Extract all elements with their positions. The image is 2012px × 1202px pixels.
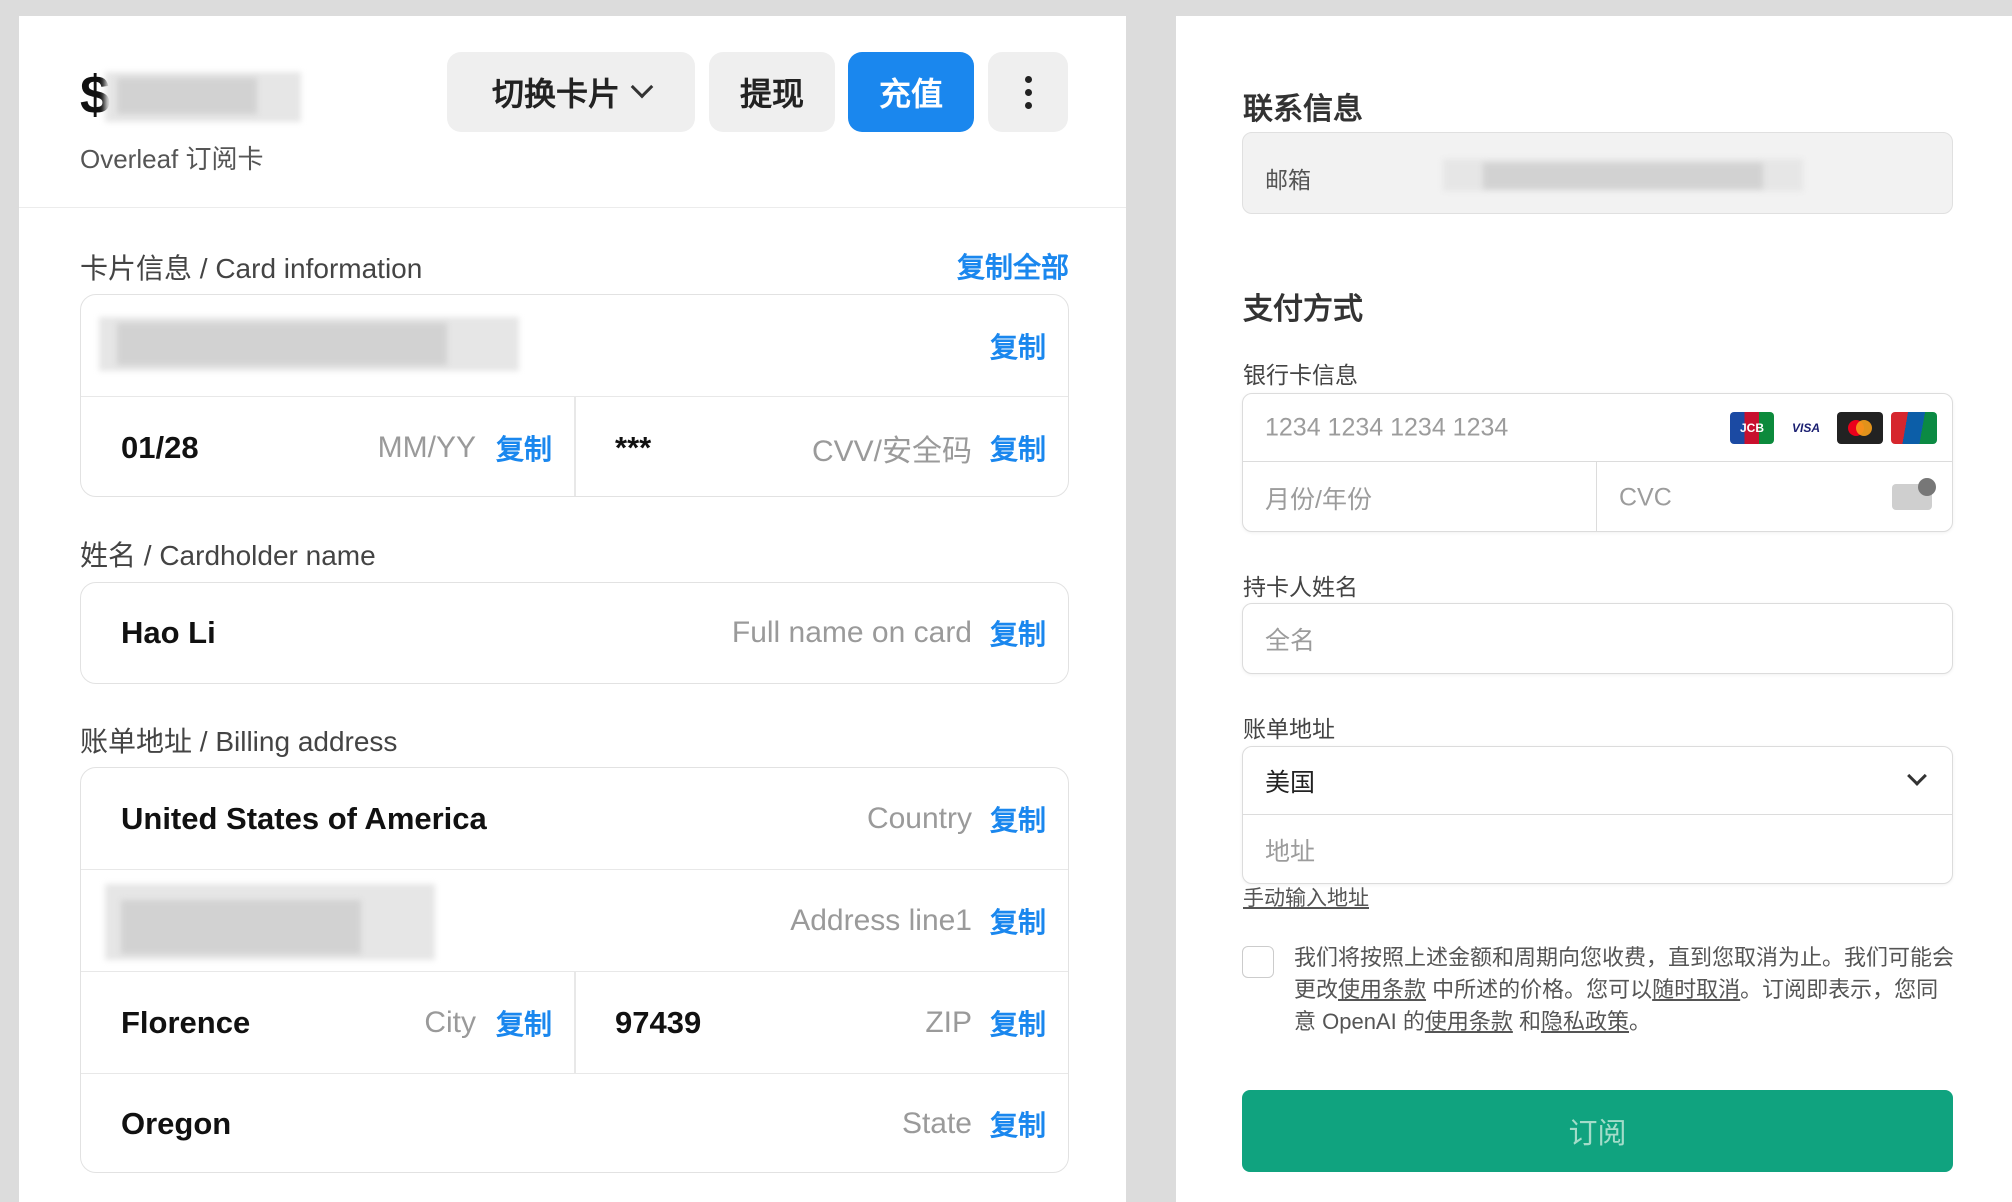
manual-address-link[interactable]: 手动输入地址 xyxy=(1243,882,1369,912)
cardholder-name-label: 持卡人姓名 xyxy=(1243,574,1358,600)
checkout-panel: 联系信息 邮箱 支付方式 银行卡信息 1234 1234 1234 1234 J… xyxy=(1176,16,2012,1202)
state-row: Oregon State 复制 xyxy=(81,1074,1068,1172)
cancel-anytime-link[interactable]: 随时取消 xyxy=(1652,977,1740,1002)
copy-state-button[interactable]: 复制 xyxy=(990,1104,1046,1144)
terms-text-part: 中所述的价格。您可以 xyxy=(1426,977,1653,1002)
more-options-button[interactable] xyxy=(988,52,1068,132)
card-number-row: 复制 xyxy=(81,295,1068,397)
subscribe-button[interactable]: 订阅 xyxy=(1242,1090,1953,1172)
payment-title: 支付方式 xyxy=(1243,293,1363,326)
terms-text-part: 。 xyxy=(1629,1009,1652,1034)
privacy-policy-link[interactable]: 隐私政策 xyxy=(1541,1009,1629,1034)
zip-value: 97439 xyxy=(615,1004,702,1040)
country-select-value: 美国 xyxy=(1265,768,1316,797)
chevron-down-icon xyxy=(1907,766,1927,786)
copy-cvv-button[interactable]: 复制 xyxy=(990,428,1046,468)
address-hint: Address line1 xyxy=(790,903,972,937)
billing-address-group: 美国 地址 xyxy=(1242,746,1953,884)
divider xyxy=(574,972,576,1073)
country-hint: Country xyxy=(866,801,972,835)
expiry-value: 01/28 xyxy=(121,429,199,465)
address-redacted-core xyxy=(121,900,361,954)
card-input-group: 1234 1234 1234 1234 JCB VISA 月份/年份 CVC xyxy=(1242,393,1953,532)
cvc-placeholder: CVC xyxy=(1619,483,1672,511)
cardholder-name-placeholder: 全名 xyxy=(1265,626,1316,655)
terms-of-use-link[interactable]: 使用条款 xyxy=(1338,977,1426,1002)
virtual-card-panel: $ Overleaf 订阅卡 切换卡片 提现 充值 卡片信息 / Card in… xyxy=(19,16,1126,1202)
cardholder-value: Hao Li xyxy=(121,615,216,650)
copy-country-button[interactable]: 复制 xyxy=(990,799,1046,839)
terms-of-use-link-2[interactable]: 使用条款 xyxy=(1425,1009,1513,1034)
card-number-input[interactable]: 1234 1234 1234 1234 JCB VISA xyxy=(1243,394,1952,462)
address-input[interactable]: 地址 xyxy=(1243,815,1952,883)
city-zip-row: Florence City 复制 97439 ZIP 复制 xyxy=(81,972,1068,1074)
copy-city-button[interactable]: 复制 xyxy=(496,1003,552,1043)
chevron-down-icon xyxy=(630,75,654,99)
country-value: United States of America xyxy=(121,800,487,836)
contact-title: 联系信息 xyxy=(1243,93,1363,126)
address-row: Address line1 复制 xyxy=(81,870,1068,972)
copy-card-number-button[interactable]: 复制 xyxy=(990,326,1046,366)
copy-all-button[interactable]: 复制全部 xyxy=(957,246,1069,286)
card-name: Overleaf 订阅卡 xyxy=(80,144,264,174)
jcb-icon: JCB xyxy=(1730,412,1774,444)
cvv-hint: CVV/安全码 xyxy=(811,434,972,468)
more-vertical-icon xyxy=(1024,75,1032,109)
billing-box: United States of America Country 复制 Addr… xyxy=(80,767,1069,1173)
card-header: $ Overleaf 订阅卡 切换卡片 提现 充值 xyxy=(19,16,1126,208)
cvv-value: *** xyxy=(615,429,652,465)
terms-checkbox[interactable] xyxy=(1242,946,1274,978)
copy-zip-button[interactable]: 复制 xyxy=(990,1003,1046,1043)
cardholder-box: Hao Li Full name on card 复制 xyxy=(80,582,1069,684)
withdraw-button[interactable]: 提现 xyxy=(709,52,835,132)
cvc-input[interactable]: CVC xyxy=(1597,462,1952,531)
visa-icon: VISA xyxy=(1783,412,1829,444)
switch-card-label: 切换卡片 xyxy=(491,76,620,112)
recharge-button[interactable]: 充值 xyxy=(848,52,974,132)
cardholder-name-input[interactable]: 全名 xyxy=(1242,603,1953,674)
expiry-placeholder: 月份/年份 xyxy=(1265,485,1372,514)
state-value: Oregon xyxy=(121,1106,232,1141)
balance-redacted-core xyxy=(117,78,257,114)
terms-text: 我们将按照上述金额和周期向您收费，直到您取消为止。我们可能会更改使用条款 中所述… xyxy=(1294,942,1954,1038)
zip-hint: ZIP xyxy=(925,1005,972,1039)
cardholder-hint: Full name on card xyxy=(731,616,972,649)
mastercard-icon xyxy=(1837,412,1883,444)
switch-card-button[interactable]: 切换卡片 xyxy=(447,52,695,132)
country-row: United States of America Country 复制 xyxy=(81,768,1068,870)
email-field[interactable]: 邮箱 xyxy=(1242,132,1953,214)
billing-address-label: 账单地址 xyxy=(1243,716,1335,742)
billing-label: 账单地址 / Billing address xyxy=(80,726,398,757)
divider xyxy=(574,397,576,496)
address-placeholder: 地址 xyxy=(1265,838,1316,866)
card-number-redacted-core xyxy=(117,323,447,365)
card-expiry-cvv-row: 01/28 MM/YY 复制 *** CVV/安全码 复制 xyxy=(81,397,1068,496)
terms-text-part: 和 xyxy=(1512,1009,1541,1034)
city-hint: City xyxy=(424,1005,476,1039)
card-info-label: 卡片信息 / Card information xyxy=(80,253,423,284)
cardholder-label: 姓名 / Cardholder name xyxy=(80,540,376,571)
expiry-hint: MM/YY xyxy=(377,430,476,464)
country-select[interactable]: 美国 xyxy=(1243,747,1952,815)
email-label: 邮箱 xyxy=(1265,167,1311,193)
expiry-input[interactable]: 月份/年份 xyxy=(1243,462,1597,531)
copy-expiry-button[interactable]: 复制 xyxy=(496,428,552,468)
state-hint: State xyxy=(901,1107,972,1140)
card-info-box: 复制 01/28 MM/YY 复制 *** CVV/安全码 复制 xyxy=(80,294,1069,497)
cvc-card-icon xyxy=(1892,478,1936,510)
copy-cardholder-button[interactable]: 复制 xyxy=(990,613,1046,653)
unionpay-icon xyxy=(1891,412,1937,444)
card-number-placeholder: 1234 1234 1234 1234 xyxy=(1265,413,1509,441)
email-redacted-core xyxy=(1483,163,1763,189)
card-info-label: 银行卡信息 xyxy=(1243,362,1358,388)
copy-address-button[interactable]: 复制 xyxy=(990,901,1046,941)
city-value: Florence xyxy=(121,1004,251,1040)
